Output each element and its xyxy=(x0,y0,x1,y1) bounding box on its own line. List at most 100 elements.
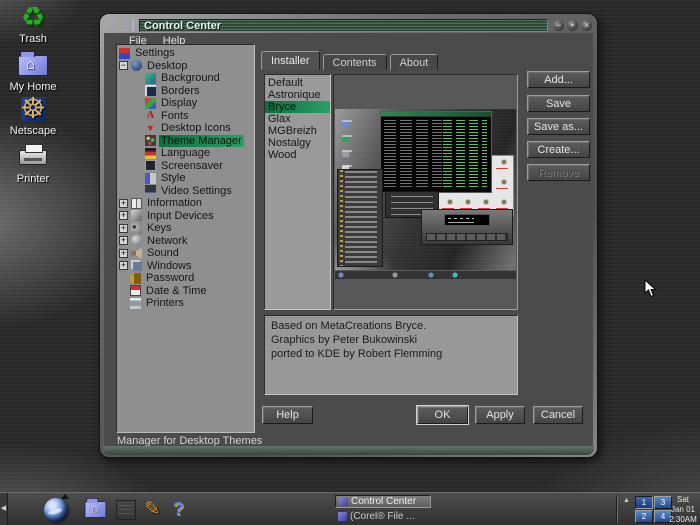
tree-item-desktop-icons[interactable]: ▼Desktop Icons xyxy=(117,122,254,135)
tree-item-label: Windows xyxy=(145,260,194,272)
desktop: { "colors": { "selection_green_dark": "#… xyxy=(0,0,700,525)
panel-hide-arrow[interactable]: ◀ xyxy=(0,493,8,525)
home-folder-icon: ⌂ xyxy=(18,55,48,76)
theme-list-item-astronique[interactable]: Astronique xyxy=(265,89,330,101)
help-button[interactable]: ? xyxy=(165,496,192,523)
tree-item-network[interactable]: +Network xyxy=(117,235,254,248)
clock-day: Sat xyxy=(667,495,699,505)
description-line: Graphics by Peter Bukowinski xyxy=(271,333,511,347)
fonts-icon: A xyxy=(145,110,156,121)
home-button[interactable]: ⌂ xyxy=(82,496,109,523)
tab-installer[interactable]: Installer xyxy=(261,51,320,70)
tree-item-borders[interactable]: Borders xyxy=(117,85,254,98)
tree-item-style[interactable]: Style xyxy=(117,172,254,185)
save-as-button[interactable]: Save as... xyxy=(527,118,590,135)
tree-item-label: Date & Time xyxy=(144,285,209,297)
tree-item-label: Input Devices xyxy=(145,210,216,222)
tree-expander-plus-icon[interactable]: + xyxy=(119,211,128,220)
window-title: Control Center xyxy=(144,19,221,33)
tree-expander-plus-icon[interactable]: + xyxy=(119,224,128,233)
titlebar[interactable]: » → Control Center − • × xyxy=(105,17,592,33)
tree-item-sound[interactable]: +Sound xyxy=(117,247,254,260)
editor-button[interactable]: ✎ xyxy=(139,496,166,523)
tree-item-settings[interactable]: Settings xyxy=(117,47,254,60)
theme-preview-image xyxy=(335,109,516,279)
taskbar-separator xyxy=(616,495,618,523)
tab-contents[interactable]: Contents xyxy=(323,54,387,70)
terminal-icon xyxy=(116,500,136,520)
tree-item-label: Password xyxy=(144,272,196,284)
theme-manager-icon xyxy=(145,135,156,146)
tree-item-language[interactable]: Language xyxy=(117,147,254,160)
create-button[interactable]: Create... xyxy=(527,141,590,158)
app-launcher-button[interactable] xyxy=(42,496,69,523)
video-settings-icon xyxy=(145,185,156,196)
tree-item-date-time[interactable]: Date & Time xyxy=(117,285,254,298)
theme-list-item-glax[interactable]: Glax xyxy=(265,113,330,125)
preview-player-buttons xyxy=(426,233,508,241)
tree-item-fonts[interactable]: AFonts xyxy=(117,110,254,123)
preview-terminal-window xyxy=(380,111,492,193)
windows-icon xyxy=(133,262,142,271)
preview-desktop-icons xyxy=(338,112,352,175)
taskbar-task-corel-file[interactable]: (Corel® File ... xyxy=(335,510,431,523)
tree-expander-minus-icon[interactable]: − xyxy=(119,61,128,70)
description-line: Based on MetaCreations Bryce. xyxy=(271,319,511,333)
tree-item-keys[interactable]: +Keys xyxy=(117,222,254,235)
sticky-pin-icon[interactable]: » xyxy=(105,19,118,31)
window-menu-icon[interactable]: → xyxy=(121,19,134,31)
tree-expander-plus-icon[interactable]: + xyxy=(119,199,128,208)
desktop-icon-printer[interactable]: Printer xyxy=(4,142,62,185)
cancel-button[interactable]: Cancel xyxy=(533,406,583,424)
tree-item-theme-manager[interactable]: Theme Manager xyxy=(117,135,254,148)
question-icon: ? xyxy=(173,499,184,520)
minimize-button[interactable]: − xyxy=(553,20,564,31)
save-button[interactable]: Save xyxy=(527,95,590,112)
tree-item-background[interactable]: Background xyxy=(117,72,254,85)
printer-icon xyxy=(19,150,47,165)
desktop-icons-icon: ▼ xyxy=(145,123,156,134)
tree-item-windows[interactable]: + Windows xyxy=(117,260,254,273)
theme-list-item-default[interactable]: Default xyxy=(265,77,330,89)
tree-item-label: Desktop Icons xyxy=(159,122,233,134)
tree-item-display[interactable]: Display xyxy=(117,97,254,110)
maximize-button[interactable]: • xyxy=(567,20,578,31)
theme-list-item-mgbreizh[interactable]: MGBreizh xyxy=(265,125,330,137)
add-button[interactable]: Add... xyxy=(527,71,590,88)
help-button[interactable]: Help xyxy=(262,406,313,424)
tree-item-screensaver[interactable]: Screensaver xyxy=(117,160,254,173)
terminal-button[interactable] xyxy=(112,496,139,523)
pager-desktop-2[interactable]: 2 xyxy=(635,510,653,523)
tab-about[interactable]: About xyxy=(390,54,439,70)
panel-up-arrow[interactable]: ▲ xyxy=(621,496,632,505)
desktop-icon-trash[interactable]: ♻ Trash xyxy=(4,2,62,45)
tree-item-printers[interactable]: Printers xyxy=(117,297,254,310)
theme-list-item-nostalgy[interactable]: Nostalgy xyxy=(265,137,330,149)
desktop-icon-netscape[interactable]: ☸ Netscape xyxy=(4,94,62,137)
tree-item-password[interactable]: Password xyxy=(117,272,254,285)
tree-item-label: Settings xyxy=(133,47,177,59)
pager-desktop-1[interactable]: 1 xyxy=(635,496,653,509)
desktop-icon-my-home[interactable]: ⌂ My Home xyxy=(4,50,62,93)
tree-item-input-devices[interactable]: + Input Devices xyxy=(117,210,254,223)
tree-item-desktop[interactable]: − Desktop xyxy=(117,60,254,73)
tree-item-video-settings[interactable]: Video Settings xyxy=(117,185,254,198)
tree-expander-plus-icon[interactable]: + xyxy=(119,236,128,245)
tree-item-label: Borders xyxy=(159,85,202,97)
apply-button[interactable]: Apply xyxy=(475,406,525,424)
tree-item-label: Desktop xyxy=(145,60,189,72)
display-icon xyxy=(145,98,156,109)
close-button[interactable]: × xyxy=(581,20,592,31)
theme-list-item-wood[interactable]: Wood xyxy=(265,149,330,161)
taskbar-task-control-center[interactable]: Control Center xyxy=(335,495,431,508)
ok-button[interactable]: OK xyxy=(417,406,468,424)
tree-item-information[interactable]: +Information xyxy=(117,197,254,210)
clock-time: 2:30AM xyxy=(667,515,699,525)
tree-item-label: Screensaver xyxy=(159,160,225,172)
theme-list-item-bryce[interactable]: Bryce xyxy=(265,101,330,113)
netscape-wheel-icon: ☸ xyxy=(21,97,46,122)
desktop-icon-label: My Home xyxy=(4,81,62,93)
tree-expander-plus-icon[interactable]: + xyxy=(119,261,128,270)
tree-expander-plus-icon[interactable]: + xyxy=(119,249,128,258)
folder-home-icon: ⌂ xyxy=(85,501,107,518)
